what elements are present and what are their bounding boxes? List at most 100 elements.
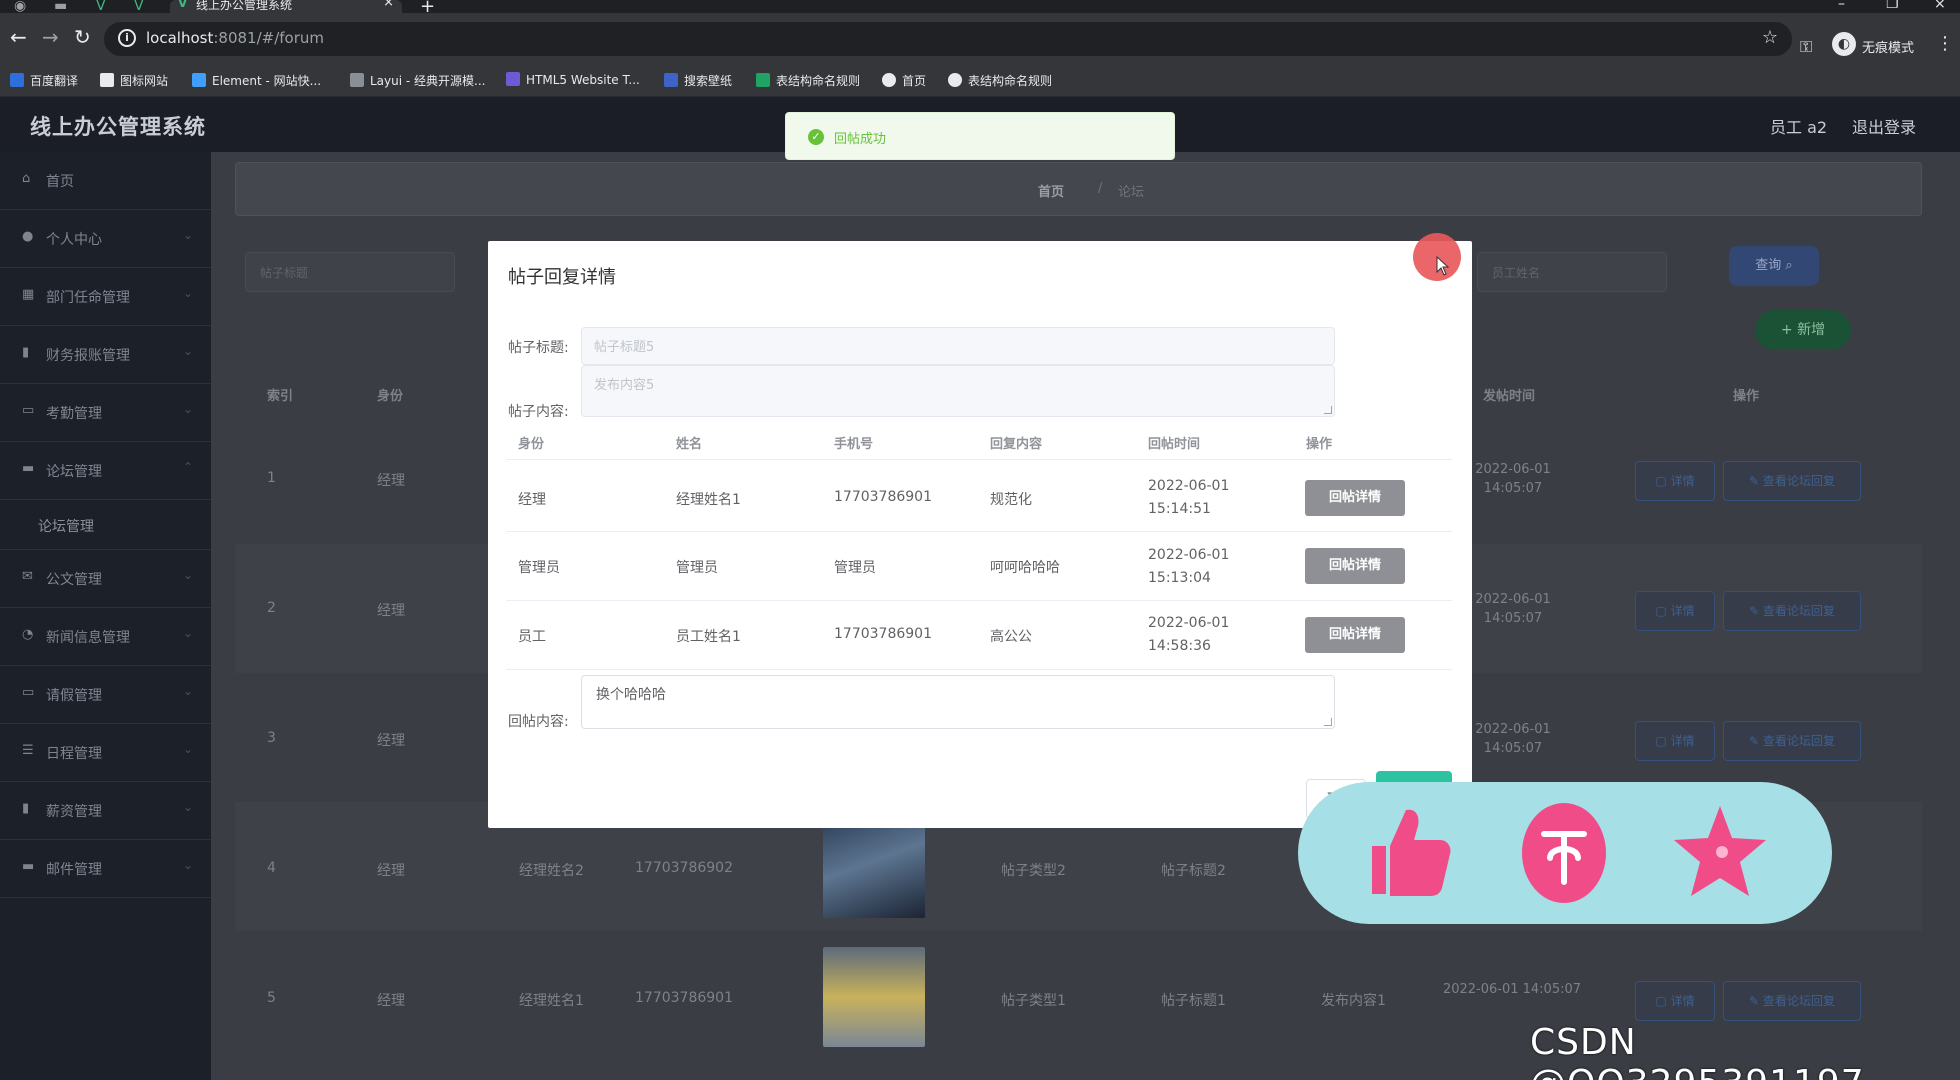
bookmark-label: 首页 xyxy=(902,74,927,88)
reply-name: 管理员 xyxy=(676,560,718,576)
bookmark-item[interactable]: 搜索壁纸 xyxy=(664,72,732,89)
detail-button[interactable]: ▢ 详情 xyxy=(1635,721,1715,761)
sidebar-item-attendance[interactable]: ▭ 考勤管理 ⌄ xyxy=(0,384,211,442)
chevron-down-icon: ⌄ xyxy=(182,286,193,300)
resize-handle-icon[interactable] xyxy=(1324,406,1332,414)
browser-tab-active[interactable]: V 线上办公管理系统 × xyxy=(170,0,402,13)
column-header-time: 发帖时间 xyxy=(1483,389,1536,404)
url-field[interactable]: i localhost:8081/#/forum ☆ xyxy=(104,22,1792,56)
bookmark-item[interactable]: 表结构命名规则 xyxy=(756,72,860,89)
view-reply-button[interactable]: ✎ 查看论坛回复 xyxy=(1723,591,1861,631)
search-title-input[interactable]: 帖子标题 xyxy=(245,252,455,292)
home-icon: ⌂ xyxy=(22,171,31,186)
sidebar-item-profile[interactable]: ● 个人中心 ⌄ xyxy=(0,210,211,268)
reply-content-label: 回帖内容: xyxy=(508,714,569,730)
add-button[interactable]: + 新增 xyxy=(1755,310,1851,350)
back-icon[interactable]: ← xyxy=(10,27,27,47)
search-name-input[interactable]: 员工姓名 xyxy=(1477,252,1667,292)
row-role: 经理 xyxy=(377,603,405,619)
restore-icon[interactable]: ❐ xyxy=(1886,0,1899,12)
browser-menu-icon[interactable]: ⋮ xyxy=(1936,33,1954,54)
detail-button[interactable]: ▢ 详情 xyxy=(1635,591,1715,631)
bookmark-item[interactable]: Layui - 经典开源模... xyxy=(350,72,485,89)
view-reply-label: 查看论坛回复 xyxy=(1762,474,1835,488)
sidebar-subitem-label: 论坛管理 xyxy=(38,519,94,535)
sidebar-item-finance[interactable]: ▮ 财务报账管理 ⌄ xyxy=(0,326,211,384)
sidebar-subitem-forum[interactable]: 论坛管理 xyxy=(0,500,211,550)
incognito-icon[interactable]: ◐ xyxy=(1832,32,1856,56)
bookmark-label: 表结构命名规则 xyxy=(776,74,861,88)
reply-name: 员工姓名1 xyxy=(676,629,741,645)
post-title-field[interactable]: 帖子标题5 xyxy=(581,327,1335,365)
reply-detail-button[interactable]: 回帖详情 xyxy=(1305,548,1405,584)
user-icon: ● xyxy=(22,229,34,244)
row-index: 3 xyxy=(267,730,276,746)
row-time: 2022-06-01 14:05:07 xyxy=(1442,982,1582,997)
thumbs-up-icon[interactable] xyxy=(1358,800,1458,906)
sidebar-item-documents[interactable]: ✉ 公文管理 ⌄ xyxy=(0,550,211,608)
reply-content-textarea[interactable]: 换个哈哈哈 xyxy=(581,675,1335,729)
key-icon[interactable]: ⚿ xyxy=(1800,37,1812,57)
detail-button[interactable]: ▢ 详情 xyxy=(1635,461,1715,501)
sidebar-item-forum[interactable]: ▬ 论坛管理 ⌃ xyxy=(0,442,211,500)
view-reply-button[interactable]: ✎ 查看论坛回复 xyxy=(1723,981,1861,1021)
chevron-down-icon: ⌄ xyxy=(182,228,193,242)
sidebar-item-home[interactable]: ⌂ 首页 xyxy=(0,152,211,210)
sidebar-item-salary[interactable]: ▮ 薪资管理 ⌄ xyxy=(0,782,211,840)
sidebar-item-label: 日程管理 xyxy=(46,746,102,762)
chrome-icon[interactable]: ◉ xyxy=(14,0,26,14)
post-content-label: 帖子内容: xyxy=(508,404,569,420)
reply-phone: 17703786901 xyxy=(834,489,932,505)
tab-close-icon[interactable]: × xyxy=(383,0,394,9)
row-index: 1 xyxy=(267,470,276,486)
logout-link[interactable]: 退出登录 xyxy=(1852,114,1916,138)
bookmark-label: 百度翻译 xyxy=(30,74,79,88)
url-text: localhost:8081/#/forum xyxy=(146,29,324,47)
minimize-icon[interactable]: – xyxy=(1838,0,1845,12)
reply-detail-button[interactable]: 回帖详情 xyxy=(1305,480,1405,516)
sidebar-item-email[interactable]: ▬ 邮件管理 ⌄ xyxy=(0,840,211,898)
window-close-icon[interactable]: × xyxy=(1934,0,1946,12)
list-icon: ☰ xyxy=(22,743,34,758)
forward-icon[interactable]: → xyxy=(42,27,59,47)
post-content-field[interactable]: 发布内容5 xyxy=(581,365,1335,417)
column-header-index: 索引 xyxy=(267,389,294,404)
bookmark-item[interactable]: Element - 网站快... xyxy=(192,72,321,89)
bookmark-label: 搜索壁纸 xyxy=(684,74,733,88)
sidebar-item-label: 首页 xyxy=(46,174,74,190)
sidebar-item-news[interactable]: ◔ 新闻信息管理 ⌄ xyxy=(0,608,211,666)
reload-icon[interactable]: ↻ xyxy=(74,27,91,47)
view-reply-button[interactable]: ✎ 查看论坛回复 xyxy=(1723,461,1861,501)
row-time: 2022-06-01 14:05:07 xyxy=(1475,462,1551,496)
tab-icon[interactable]: ▬ xyxy=(54,0,67,14)
view-reply-button[interactable]: ✎ 查看论坛回复 xyxy=(1723,721,1861,761)
reply-detail-button[interactable]: 回帖详情 xyxy=(1305,617,1405,653)
breadcrumb-home[interactable]: 首页 xyxy=(1038,181,1064,200)
sidebar-item-department[interactable]: ▦ 部门任命管理 ⌄ xyxy=(0,268,211,326)
bookmark-item[interactable]: 表结构命名规则 xyxy=(948,72,1052,89)
resize-handle-icon[interactable] xyxy=(1324,718,1332,726)
sidebar-item-label: 新闻信息管理 xyxy=(46,630,130,646)
reply-content-value: 换个哈哈哈 xyxy=(596,687,666,703)
query-button[interactable]: 查询 ⌕ xyxy=(1729,246,1819,286)
sidebar-item-leave[interactable]: ▭ 请假管理 ⌄ xyxy=(0,666,211,724)
bar-chart-icon: ▮ xyxy=(22,345,30,360)
bookmarks-bar: 百度翻译 图标网站 Element - 网站快... Layui - 经典开源模… xyxy=(0,65,1960,97)
sidebar-item-schedule[interactable]: ☰ 日程管理 ⌄ xyxy=(0,724,211,782)
bookmark-item[interactable]: 百度翻译 xyxy=(10,72,78,89)
bookmark-label: HTML5 Website T... xyxy=(526,73,640,87)
vue-tab-icon[interactable]: V xyxy=(96,0,106,14)
bookmark-item[interactable]: 首页 xyxy=(882,72,926,89)
reply-header-content: 回复内容 xyxy=(990,437,1043,452)
star-icon[interactable] xyxy=(1670,800,1770,906)
bookmark-item[interactable]: HTML5 Website T... xyxy=(506,72,640,87)
sidebar-item-label: 论坛管理 xyxy=(46,464,102,480)
bookmark-star-icon[interactable]: ☆ xyxy=(1762,27,1778,48)
coin-icon[interactable] xyxy=(1514,800,1614,906)
info-icon[interactable]: i xyxy=(118,29,136,47)
detail-button[interactable]: ▢ 详情 xyxy=(1635,981,1715,1021)
bookmark-item[interactable]: 图标网站 xyxy=(100,72,168,89)
vue-tab-icon[interactable]: V xyxy=(134,0,144,14)
wallpaper-icon xyxy=(664,73,678,87)
success-toast: ✓ 回帖成功 xyxy=(785,112,1175,160)
